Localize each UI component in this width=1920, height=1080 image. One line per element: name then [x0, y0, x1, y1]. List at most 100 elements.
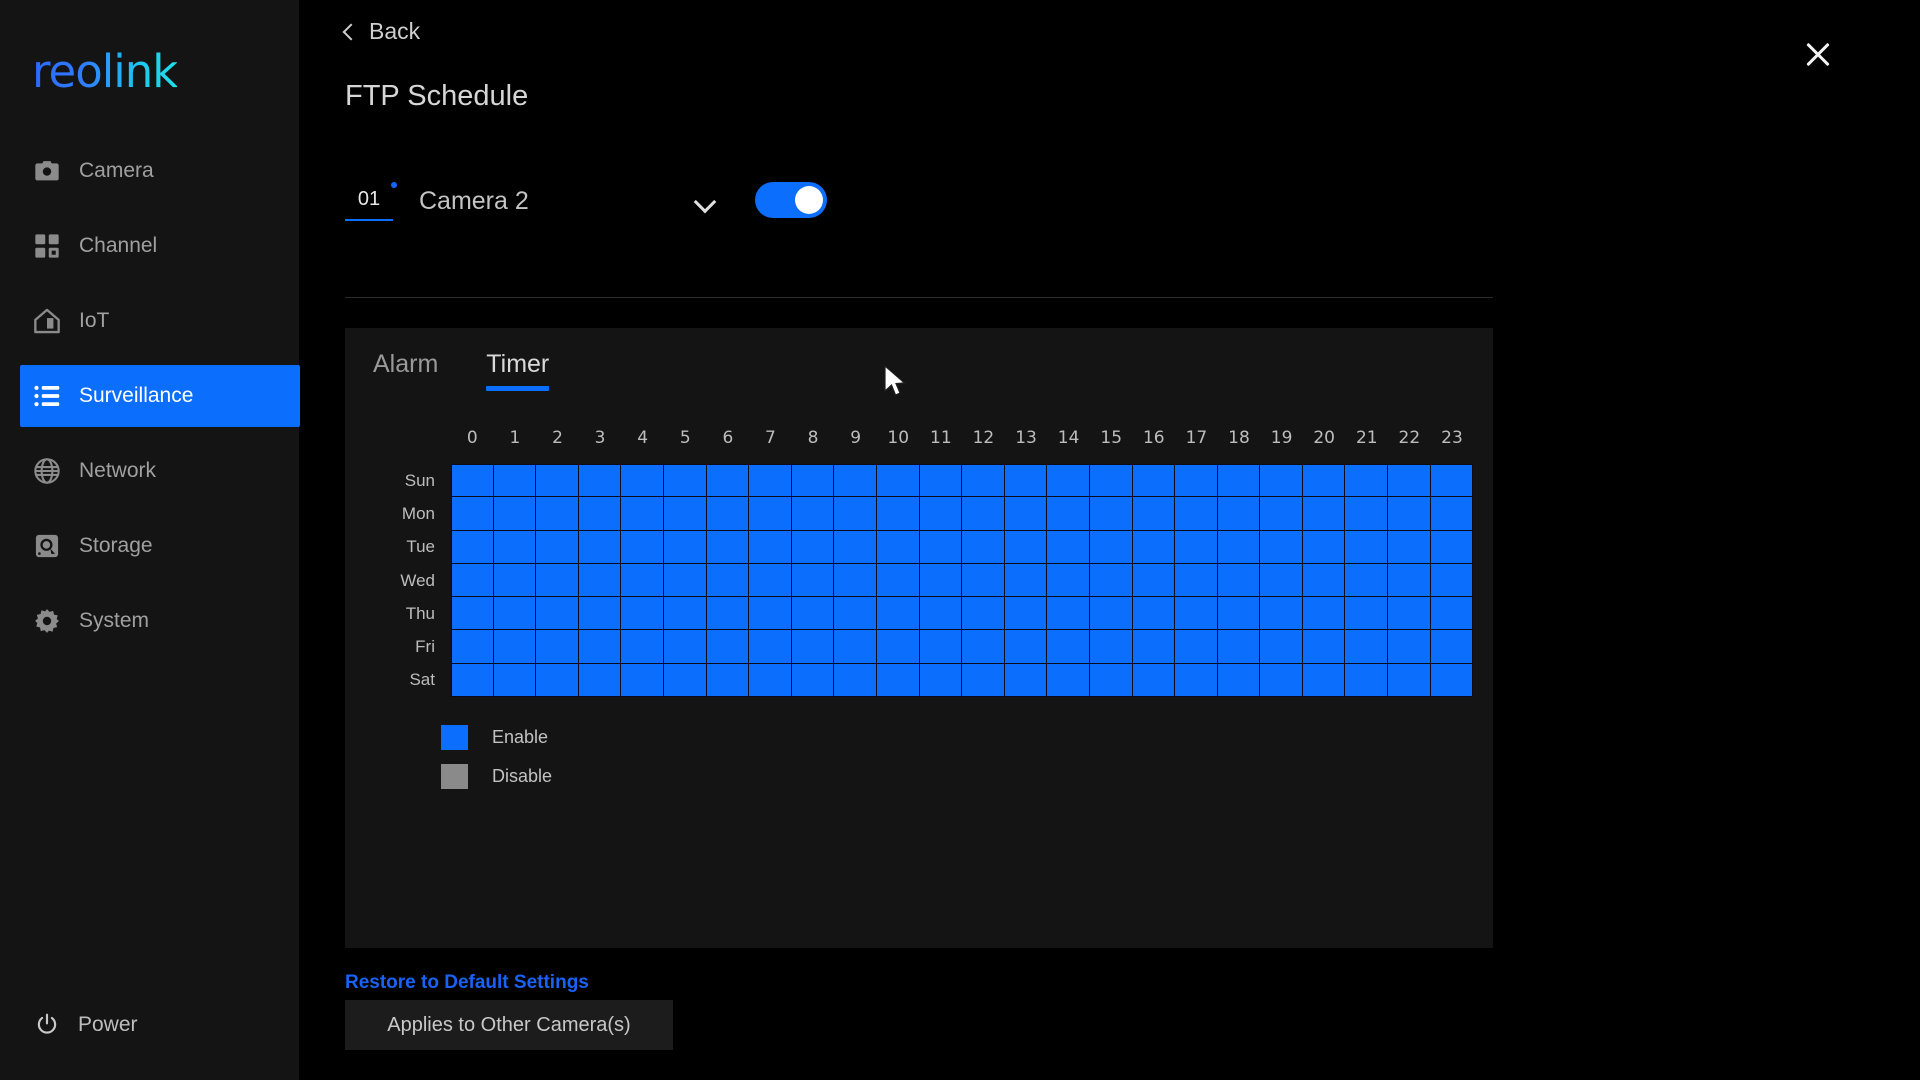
schedule-cell[interactable] [1388, 663, 1431, 698]
schedule-cell[interactable] [1047, 663, 1090, 698]
schedule-cell[interactable] [1132, 663, 1176, 698]
schedule-cell[interactable] [1260, 497, 1303, 531]
schedule-cell[interactable] [1345, 563, 1389, 598]
schedule-cell[interactable] [962, 563, 1005, 598]
schedule-cell[interactable] [578, 563, 622, 598]
schedule-cell[interactable] [1047, 597, 1090, 631]
sidebar-item-camera[interactable]: Camera [0, 140, 300, 202]
schedule-cell[interactable] [791, 563, 835, 598]
close-icon[interactable] [1801, 38, 1835, 72]
camera-name-label[interactable]: Camera 2 [419, 187, 529, 216]
schedule-cell[interactable] [1217, 530, 1261, 564]
schedule-cell[interactable] [1004, 563, 1048, 598]
schedule-cell[interactable] [1260, 663, 1303, 698]
schedule-cell[interactable] [578, 663, 622, 698]
schedule-cell[interactable] [1047, 464, 1090, 498]
schedule-cell[interactable] [962, 464, 1005, 498]
schedule-cell[interactable] [1089, 597, 1133, 631]
schedule-cell[interactable] [578, 464, 622, 498]
schedule-cell[interactable] [876, 563, 920, 598]
schedule-cell[interactable] [536, 630, 579, 664]
schedule-cell[interactable] [791, 464, 835, 498]
schedule-cell[interactable] [1388, 464, 1431, 498]
schedule-cell[interactable] [1430, 663, 1474, 698]
schedule-cell[interactable] [1047, 497, 1090, 531]
schedule-cell[interactable] [621, 663, 664, 698]
schedule-cell[interactable] [663, 563, 707, 598]
schedule-cell[interactable] [1388, 497, 1431, 531]
schedule-cell[interactable] [1004, 497, 1048, 531]
schedule-cell[interactable] [1302, 497, 1346, 531]
schedule-cell[interactable] [1302, 597, 1346, 631]
sidebar-item-channel[interactable]: Channel [0, 215, 300, 277]
schedule-cell[interactable] [451, 464, 494, 498]
power-button[interactable]: Power [32, 1010, 138, 1040]
schedule-cell[interactable] [706, 597, 750, 631]
schedule-cell[interactable] [451, 630, 494, 664]
schedule-cell[interactable] [621, 497, 664, 531]
schedule-cell[interactable] [1132, 497, 1176, 531]
schedule-cell[interactable] [451, 663, 494, 698]
sidebar-item-iot[interactable]: IoT [0, 290, 300, 352]
schedule-cell[interactable] [1430, 464, 1474, 498]
schedule-cell[interactable] [1175, 497, 1218, 531]
schedule-cell[interactable] [1260, 530, 1303, 564]
schedule-cell[interactable] [1175, 597, 1218, 631]
schedule-cell[interactable] [749, 497, 792, 531]
schedule-cell[interactable] [536, 497, 579, 531]
schedule-cell[interactable] [1345, 464, 1389, 498]
schedule-cell[interactable] [1302, 663, 1346, 698]
schedule-cell[interactable] [791, 597, 835, 631]
schedule-cell[interactable] [536, 597, 579, 631]
schedule-cell[interactable] [1047, 563, 1090, 598]
restore-defaults-link[interactable]: Restore to Default Settings [345, 972, 589, 994]
schedule-cell[interactable] [1260, 630, 1303, 664]
schedule-cell[interactable] [1004, 630, 1048, 664]
schedule-cell[interactable] [1089, 530, 1133, 564]
schedule-cell[interactable] [1217, 563, 1261, 598]
schedule-cell[interactable] [791, 663, 835, 698]
schedule-cell[interactable] [706, 497, 750, 531]
schedule-cell[interactable] [536, 464, 579, 498]
schedule-cell[interactable] [919, 530, 963, 564]
schedule-cell[interactable] [1345, 663, 1389, 698]
schedule-cell[interactable] [791, 630, 835, 664]
schedule-cell[interactable] [536, 663, 579, 698]
schedule-cell[interactable] [1089, 663, 1133, 698]
schedule-cell[interactable] [578, 597, 622, 631]
schedule-cell[interactable] [1175, 530, 1218, 564]
schedule-cell[interactable] [1004, 597, 1048, 631]
schedule-cell[interactable] [1430, 530, 1474, 564]
schedule-cell[interactable] [451, 497, 494, 531]
schedule-cell[interactable] [1175, 630, 1218, 664]
schedule-cell[interactable] [791, 530, 835, 564]
schedule-cell[interactable] [1089, 497, 1133, 531]
schedule-cell[interactable] [749, 563, 792, 598]
schedule-cell[interactable] [1217, 497, 1261, 531]
schedule-cell[interactable] [749, 630, 792, 664]
schedule-cell[interactable] [1089, 563, 1133, 598]
schedule-cell[interactable] [749, 597, 792, 631]
schedule-cell[interactable] [1217, 464, 1261, 498]
schedule-cell[interactable] [1388, 530, 1431, 564]
schedule-cell[interactable] [1217, 663, 1261, 698]
schedule-cell[interactable] [1388, 563, 1431, 598]
schedule-cell[interactable] [919, 464, 963, 498]
schedule-cell[interactable] [536, 530, 579, 564]
schedule-cell[interactable] [706, 530, 750, 564]
schedule-cell[interactable] [1345, 497, 1389, 531]
schedule-cell[interactable] [834, 597, 877, 631]
schedule-cell[interactable] [1175, 464, 1218, 498]
schedule-cell[interactable] [493, 464, 537, 498]
schedule-cell[interactable] [493, 663, 537, 698]
chevron-down-icon[interactable] [693, 190, 717, 214]
schedule-cell[interactable] [876, 497, 920, 531]
schedule-cell[interactable] [493, 563, 537, 598]
schedule-cell[interactable] [749, 530, 792, 564]
schedule-cell[interactable] [1047, 530, 1090, 564]
schedule-cell[interactable] [1132, 464, 1176, 498]
schedule-cell[interactable] [834, 497, 877, 531]
tab-alarm[interactable]: Alarm [373, 350, 438, 391]
schedule-cell[interactable] [919, 497, 963, 531]
schedule-cell[interactable] [1430, 630, 1474, 664]
